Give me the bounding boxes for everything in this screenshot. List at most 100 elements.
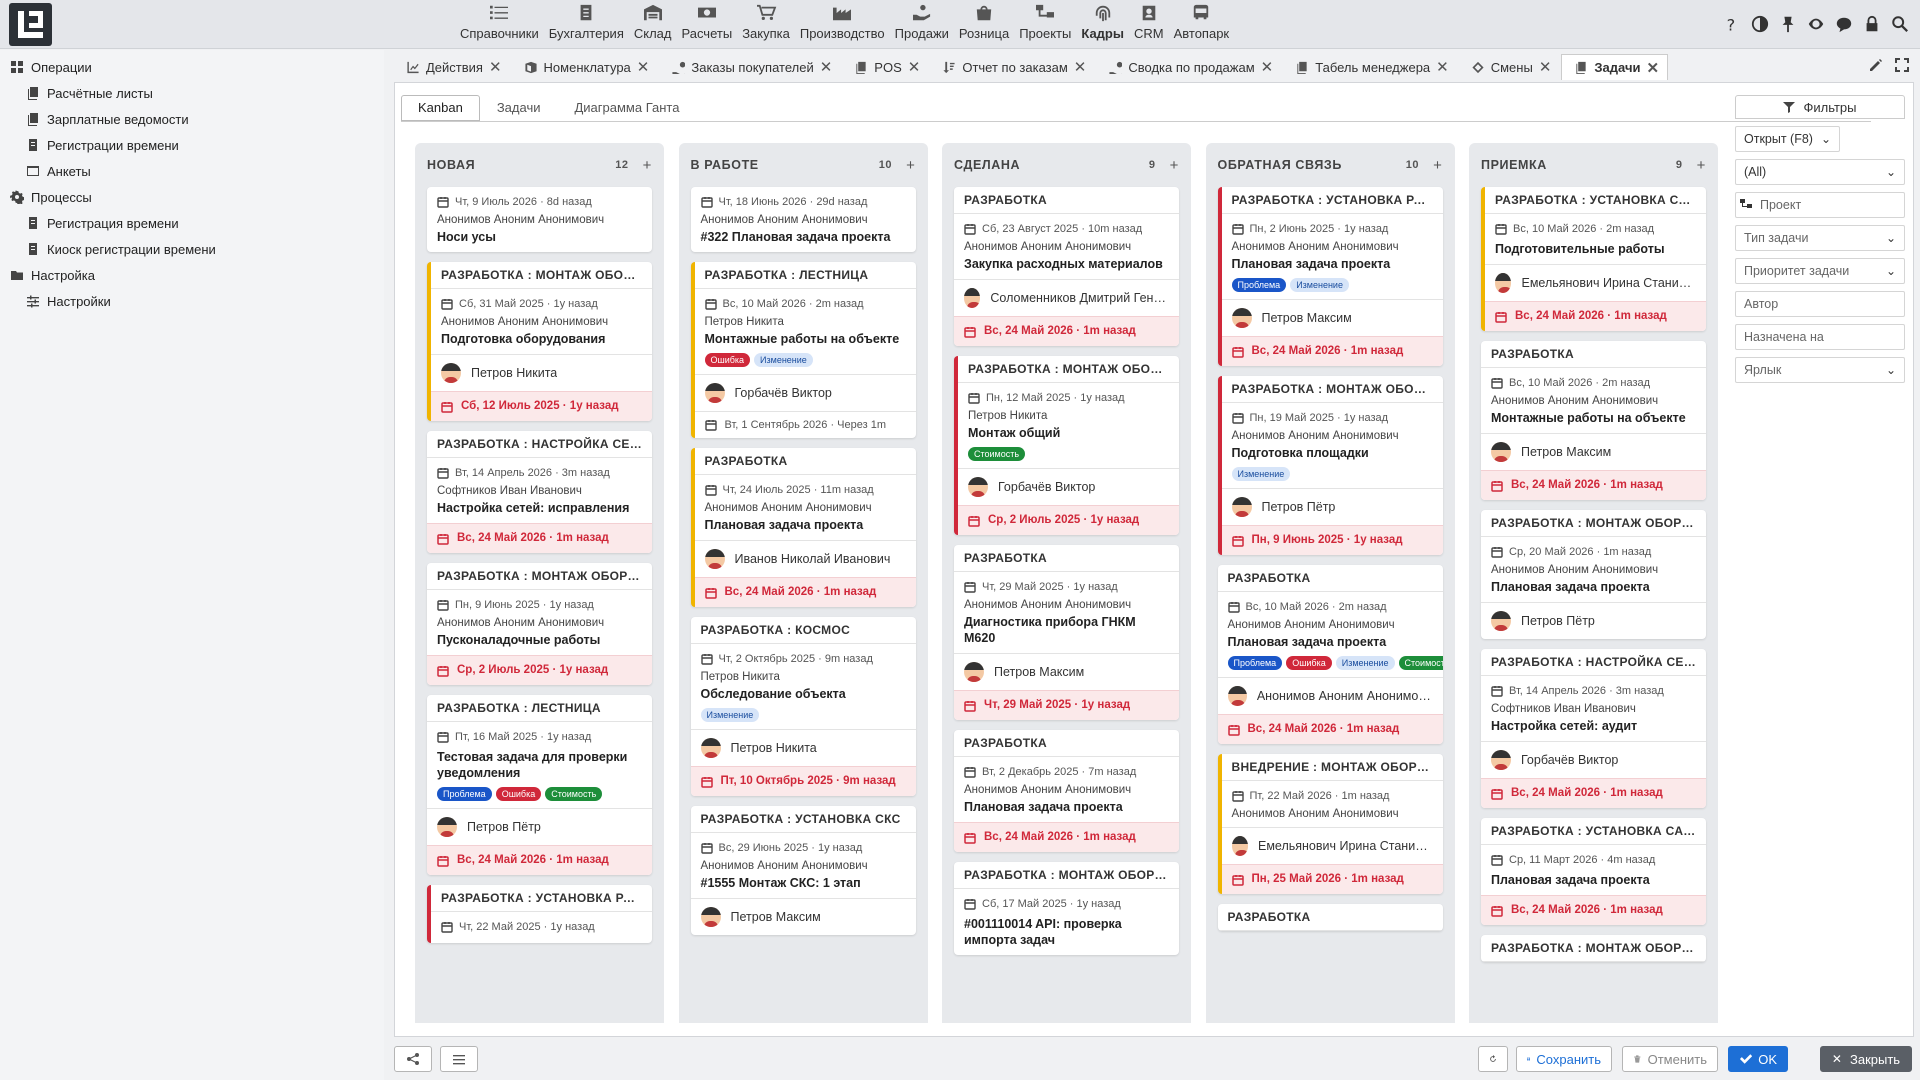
sidebar-item[interactable]: Расчётные листы — [0, 80, 384, 106]
author-filter-field[interactable]: Автор — [1735, 291, 1905, 317]
priority-filter-select[interactable]: Приоритет задачи ⌄ — [1735, 258, 1905, 284]
view-tab[interactable]: Kanban — [401, 95, 480, 121]
close-button[interactable]: ✕ Закрыть — [1820, 1046, 1912, 1072]
sidebar-item[interactable]: Настройка — [0, 262, 384, 288]
task-type-filter-select[interactable]: Тип задачи ⌄ — [1735, 225, 1905, 251]
sidebar-item[interactable]: Процессы — [0, 184, 384, 210]
task-card[interactable]: РАЗРАБОТКА : ЛЕСТНИЦА Вс, 10 Май 2026 · 2… — [690, 262, 916, 438]
close-icon[interactable]: ✕ — [489, 58, 502, 76]
task-card[interactable]: ВНЕДРЕНИЕ : МОНТАЖ ОБОРУДОВАНИЯПт, 22 Ма… — [1217, 754, 1443, 894]
add-card-icon[interactable]: + — [1697, 157, 1706, 174]
close-icon[interactable]: ✕ — [1436, 58, 1449, 76]
add-card-icon[interactable]: + — [1170, 157, 1179, 174]
menu-warehouse[interactable]: Склад — [629, 0, 677, 49]
task-card[interactable]: РАЗРАБОТКА : МОНТАЖ ОБОРУДОВАНИЯ — [1481, 935, 1706, 962]
task-card[interactable]: РАЗРАБОТКА Сб, 23 Август 2025 · 10m назад… — [954, 187, 1179, 346]
task-card[interactable]: РАЗРАБОТКА : УСТАНОВКА РАКОВИН Чт, 22 Май… — [427, 885, 652, 943]
tab-item[interactable]: Действия ✕ — [394, 54, 510, 80]
add-card-icon[interactable]: + — [643, 157, 652, 174]
menu-factory[interactable]: Производство — [795, 0, 890, 49]
task-card[interactable]: РАЗРАБОТКА Чт, 24 Июль 2025 · 11m назад Ан… — [690, 448, 916, 607]
search-icon[interactable] — [1890, 14, 1910, 34]
view-tab[interactable]: Диаграмма Ганта — [557, 95, 696, 121]
task-card[interactable]: РАЗРАБОТКА : НАСТРОЙКА СЕТЕЙ Вт, 14 Апрел… — [1481, 649, 1706, 808]
task-card[interactable]: РАЗРАБОТКА : МОНТАЖ ОБОРУДОВАНИЯПн, 12 М… — [954, 356, 1179, 535]
task-card[interactable]: РАЗРАБОТКА : УСТАНОВКА СКС Вс, 29 Июнь 20… — [690, 806, 916, 935]
pin-icon[interactable] — [1778, 14, 1798, 34]
state-filter-select[interactable]: Открыт (F8) ⌄ — [1735, 126, 1840, 152]
add-card-icon[interactable]: + — [1433, 157, 1442, 174]
assigned-filter-field[interactable]: Назначена на — [1735, 324, 1905, 350]
task-card[interactable]: РАЗРАБОТКА — [1217, 904, 1443, 931]
menu-list[interactable]: Справочники — [455, 0, 544, 49]
task-card[interactable]: РАЗРАБОТКА Вс, 10 Май 2026 · 2m назад Анон… — [1481, 341, 1706, 500]
menu-shop-bag[interactable]: Розница — [954, 0, 1014, 49]
task-card[interactable]: Чт, 9 Июль 2026 · 8d назад Анонимов Анони… — [427, 187, 652, 252]
tab-item[interactable]: Номенклатура ✕ — [512, 54, 658, 80]
close-icon[interactable]: ✕ — [1261, 58, 1274, 76]
task-card[interactable]: РАЗРАБОТКА : МОНТАЖ ОБОРУДОВАНИЯПн, 9 Ию… — [427, 563, 652, 685]
task-card[interactable]: РАЗРАБОТКА : МОНТАЖ ОБОРУДОВАНИЯПн, 19 М… — [1217, 376, 1443, 555]
close-icon[interactable]: ✕ — [1539, 58, 1552, 76]
close-icon[interactable]: ✕ — [637, 58, 650, 76]
filters-header[interactable]: Фильтры — [1735, 95, 1905, 119]
tab-item[interactable]: Табель менеджера ✕ — [1283, 54, 1457, 80]
task-card[interactable]: РАЗРАБОТКА : УСТАНОВКА РАКОВИНПн, 2 Июнь… — [1217, 187, 1443, 366]
close-icon[interactable]: ✕ — [1646, 59, 1659, 77]
save-button[interactable]: Сохранить — [1516, 1046, 1612, 1072]
eye-icon[interactable] — [1806, 14, 1826, 34]
fullscreen-icon[interactable] — [1894, 57, 1910, 76]
label-filter-select[interactable]: Ярлык ⌄ — [1735, 357, 1905, 383]
menu-crm[interactable]: CRM — [1129, 0, 1169, 49]
menu-ledger[interactable]: Бухгалтерия — [544, 0, 629, 49]
ok-button[interactable]: OK — [1728, 1046, 1788, 1072]
chat-icon[interactable] — [1834, 14, 1854, 34]
close-icon[interactable]: ✕ — [820, 58, 833, 76]
add-card-icon[interactable]: + — [906, 157, 915, 174]
sidebar-item[interactable]: Настройки — [0, 288, 384, 314]
task-card[interactable]: РАЗРАБОТКА Вт, 2 Декабрь 2025 · 7m назад А… — [954, 730, 1179, 852]
cancel-button[interactable]: Отменить — [1622, 1046, 1718, 1072]
theme-toggle-icon[interactable] — [1750, 14, 1770, 34]
lock-icon[interactable] — [1862, 14, 1882, 34]
task-card[interactable]: РАЗРАБОТКА : УСТАНОВКА САНТЕХНИКИСр, 11 … — [1481, 818, 1706, 925]
task-card[interactable]: РАЗРАБОТКА : ЛЕСТНИЦА Пт, 16 Май 2025 · 1… — [427, 695, 652, 875]
help-icon[interactable]: ? — [1722, 14, 1742, 34]
menu-fingerprint[interactable]: Кадры — [1076, 0, 1129, 49]
menu-cart[interactable]: Закупка — [737, 0, 795, 49]
sidebar-item[interactable]: Операции — [0, 54, 384, 80]
close-icon[interactable]: ✕ — [908, 58, 921, 76]
settings-button[interactable] — [440, 1046, 478, 1072]
view-tab[interactable]: Задачи — [480, 95, 558, 121]
task-card[interactable]: РАЗРАБОТКА : КОСМОС Чт, 2 Октябрь 2025 · … — [690, 617, 916, 796]
sidebar-item[interactable]: Регистрация времени — [0, 210, 384, 236]
task-card[interactable]: РАЗРАБОТКА : МОНТАЖ ОБОРУДОВАНИЯСр, 20 М… — [1481, 510, 1706, 639]
tab-item[interactable]: Смены ✕ — [1459, 54, 1560, 80]
tab-item[interactable]: Заказы покупателей ✕ — [659, 54, 840, 80]
refresh-button[interactable] — [1478, 1046, 1508, 1072]
task-card[interactable]: Чт, 18 Июнь 2026 · 29d назад Анонимов Ано… — [690, 187, 916, 252]
task-card[interactable]: РАЗРАБОТКА : МОНТАЖ ОБОРУДОВАНИЯСб, 17 М… — [954, 862, 1179, 955]
menu-hand-coin[interactable]: Продажи — [890, 0, 954, 49]
app-logo[interactable] — [9, 3, 52, 46]
tab-item[interactable]: Сводка по продажам ✕ — [1096, 54, 1281, 80]
project-filter-field[interactable]: Проект — [1735, 192, 1905, 218]
task-card[interactable]: РАЗРАБОТКА : УСТАНОВКА САНТЕХНИКИВс, 10 … — [1481, 187, 1706, 331]
sidebar-item[interactable]: Киоск регистрации времени — [0, 236, 384, 262]
sidebar-item[interactable]: Анкеты — [0, 158, 384, 184]
tab-item[interactable]: POS ✕ — [842, 54, 928, 80]
task-card[interactable]: РАЗРАБОТКА Чт, 29 Май 2025 · 1y назад Анон… — [954, 545, 1179, 720]
edit-icon[interactable] — [1868, 57, 1884, 76]
tab-item[interactable]: Отчет по заказам ✕ — [930, 54, 1094, 80]
menu-money[interactable]: Расчеты — [676, 0, 737, 49]
task-card[interactable]: РАЗРАБОТКА Вс, 10 Май 2026 · 2m назад Анон… — [1217, 565, 1443, 744]
menu-project[interactable]: Проекты — [1014, 0, 1076, 49]
task-card[interactable]: РАЗРАБОТКА : МОНТАЖ ОБОРУДОВАНИЯСб, 31 М… — [427, 262, 652, 421]
sidebar-item[interactable]: Регистрации времени — [0, 132, 384, 158]
share-button[interactable] — [394, 1046, 432, 1072]
all-filter-select[interactable]: (All) ⌄ — [1735, 159, 1905, 185]
tab-item[interactable]: Задачи ✕ — [1561, 54, 1669, 80]
task-card[interactable]: РАЗРАБОТКА : НАСТРОЙКА СЕТЕЙ Вт, 14 Апрел… — [427, 431, 652, 553]
sidebar-item[interactable]: Зарплатные ведомости — [0, 106, 384, 132]
close-icon[interactable]: ✕ — [1074, 58, 1087, 76]
